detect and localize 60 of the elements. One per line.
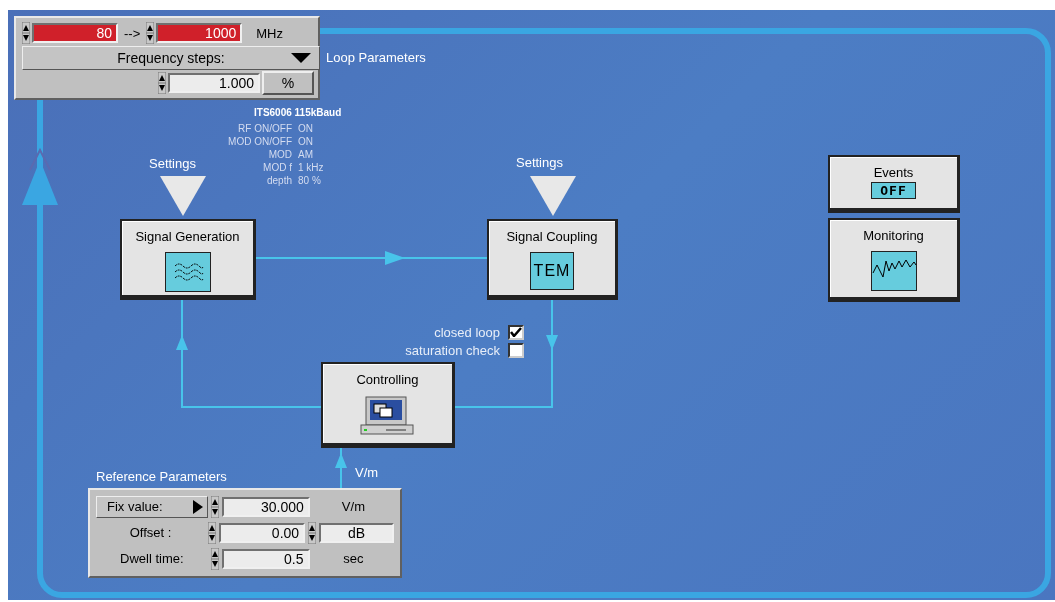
block-button[interactable]: Signal Generation [120,219,256,300]
waveform-icon [870,251,917,291]
unit-label: V/m [340,499,366,514]
spinner-icon[interactable] [158,72,166,94]
unit-label: MHz [256,25,283,41]
panel-title: Loop Parameters [326,50,426,65]
info-value: AM [298,148,314,161]
block-button[interactable]: Events OFF [828,155,960,213]
spinner-icon[interactable] [210,547,219,570]
start-frequency-field[interactable]: 80 [32,23,118,43]
unit-label: sec [342,551,365,566]
field-label: Dwell time: [119,551,185,566]
range-arrow: --> [124,25,141,41]
checkbox[interactable] [508,324,524,340]
info-value: 1 kHz [298,161,325,174]
info-value: ON [298,135,314,148]
info-value: ON [298,122,314,135]
value-field[interactable]: 0.00 [219,522,306,543]
info-label: depth [265,174,292,187]
info-label: MOD [267,148,292,161]
spinner-icon[interactable] [146,22,155,44]
checkmark-icon [510,327,522,337]
option-label: saturation check [405,342,500,358]
triangle-icon[interactable] [160,176,206,216]
status-indicator: OFF [871,182,916,199]
wave-icon [164,252,211,292]
info-value: 80 % [298,174,322,187]
option-label: closed loop [434,324,500,340]
block-button[interactable]: Signal Coupling TEM [487,219,618,300]
play-arrow-icon [193,499,204,514]
value-field[interactable]: 0.5 [221,548,310,569]
loop-arrow [22,147,58,205]
spinner-icon[interactable] [208,521,217,544]
block-button[interactable]: Monitoring [828,218,960,302]
mode-dropdown[interactable]: Fix value: [96,495,209,518]
unit-label: V/m [355,465,379,480]
triangle-icon[interactable] [530,176,576,216]
spinner-icon[interactable] [211,495,220,518]
value-field[interactable]: 30.000 [222,496,310,517]
info-label: MOD ON/OFF [227,135,292,148]
info-label: MOD f [262,161,292,174]
step-mode-dropdown[interactable]: Frequency steps: [22,46,320,70]
device-info: ITS6006 115kBaud [254,107,342,118]
info-label: RF ON/OFF [237,122,292,135]
coupling-indicator: TEM [530,252,574,290]
stop-frequency-field[interactable]: 1000 [156,23,243,43]
dropdown-arrow-icon [291,53,311,63]
panel-title: Reference Parameters [96,469,227,484]
unit-field[interactable]: dB [319,522,394,543]
step-field[interactable]: 1.000 [168,73,260,93]
field-label: Offset : [128,525,173,540]
block-button[interactable]: Controlling [321,362,455,448]
step-unit-button[interactable]: % [262,71,314,95]
computer-icon [359,395,416,435]
spinner-icon[interactable] [308,521,317,544]
settings-label: Settings [516,155,563,170]
settings-label: Settings [149,156,196,171]
checkbox[interactable] [508,342,524,358]
flow-arrow [335,447,347,489]
spinner-icon[interactable] [22,22,30,44]
